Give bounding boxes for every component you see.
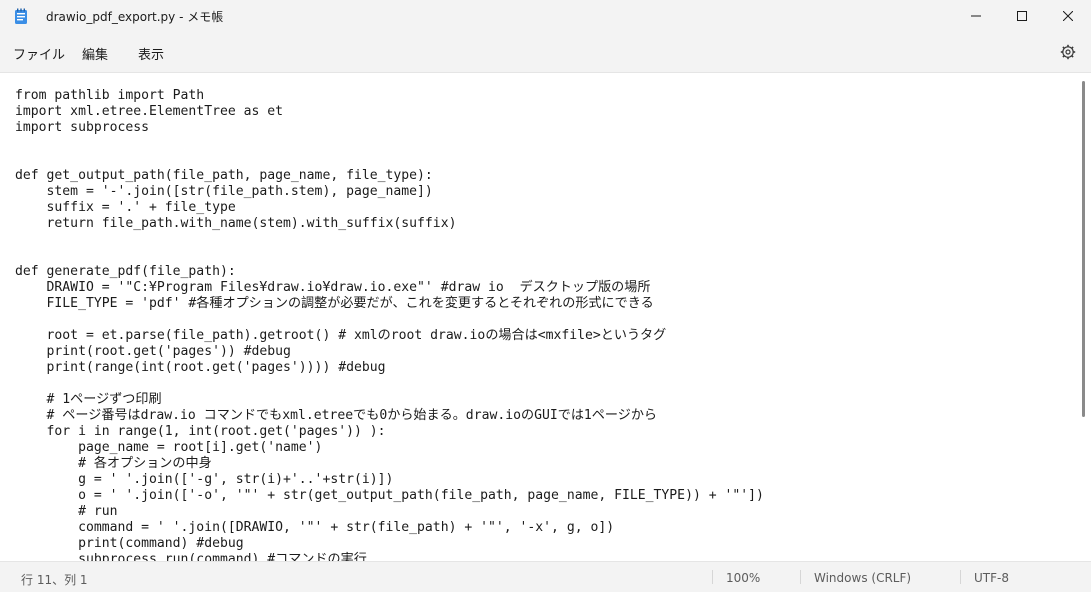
code-line[interactable]: print(command) #debug (15, 536, 764, 552)
title-bar: drawio_pdf_export.py - メモ帳 (0, 0, 1091, 32)
status-divider (800, 570, 801, 584)
code-line[interactable]: # 各オプションの中身 (15, 456, 764, 472)
code-line[interactable] (15, 248, 764, 264)
close-icon (1063, 11, 1073, 21)
maximize-icon (1017, 11, 1027, 21)
minimize-icon (971, 15, 981, 17)
code-line[interactable]: # 1ページずつ印刷 (15, 392, 764, 408)
code-line[interactable]: root = et.parse(file_path).getroot() # x… (15, 328, 764, 344)
code-line[interactable]: print(range(int(root.get('pages')))) #de… (15, 360, 764, 376)
maximize-button[interactable] (999, 0, 1045, 32)
code-line[interactable]: # run (15, 504, 764, 520)
cursor-position: 行 11、列 1 (21, 573, 88, 587)
menu-edit[interactable]: 編集 (82, 44, 108, 63)
close-button[interactable] (1045, 0, 1091, 32)
code-line[interactable]: def generate_pdf(file_path): (15, 264, 764, 280)
code-line[interactable]: from pathlib import Path (15, 88, 764, 104)
code-line[interactable]: o = ' '.join(['-o', '"' + str(get_output… (15, 488, 764, 504)
code-line[interactable]: import xml.etree.ElementTree as et (15, 104, 764, 120)
code-line[interactable]: print(root.get('pages')) #debug (15, 344, 764, 360)
status-bar: 行 11、列 1 100% Windows (CRLF) UTF-8 (0, 561, 1091, 592)
zoom-level[interactable]: 100% (726, 571, 760, 585)
code-line[interactable]: FILE_TYPE = 'pdf' #各種オプションの調整が必要だが、これを変更… (15, 296, 764, 312)
minimize-button[interactable] (953, 0, 999, 32)
code-line[interactable]: command = ' '.join([DRAWIO, '"' + str(fi… (15, 520, 764, 536)
notepad-icon (15, 8, 27, 24)
status-divider (712, 570, 713, 584)
encoding[interactable]: UTF-8 (974, 571, 1009, 585)
code-line[interactable]: DRAWIO = '"C:¥Program Files¥draw.io¥draw… (15, 280, 764, 296)
code-line[interactable]: page_name = root[i].get('name') (15, 440, 764, 456)
code-line[interactable]: def get_output_path(file_path, page_name… (15, 168, 764, 184)
code-text[interactable]: from pathlib import Path import xml.etree… (15, 88, 764, 561)
code-line[interactable] (15, 136, 764, 152)
code-line[interactable]: import subprocess (15, 120, 764, 136)
code-line[interactable]: subprocess.run(command) #コマンドの実行 (15, 552, 764, 561)
status-divider (960, 570, 961, 584)
text-editor[interactable]: from pathlib import Path import xml.etree… (0, 72, 1091, 561)
menu-view[interactable]: 表示 (138, 44, 164, 63)
code-line[interactable] (15, 152, 764, 168)
vertical-scrollbar[interactable] (1082, 81, 1085, 417)
code-line[interactable]: # ページ番号はdraw.io コマンドでもxml.etreeでも0から始まる。… (15, 408, 764, 424)
code-line[interactable] (15, 232, 764, 248)
code-line[interactable]: for i in range(1, int(root.get('pages'))… (15, 424, 764, 440)
code-line[interactable] (15, 376, 764, 392)
menu-file[interactable]: ファイル (13, 44, 65, 63)
code-line[interactable]: return file_path.with_name(stem).with_su… (15, 216, 764, 232)
code-line[interactable]: suffix = '.' + file_type (15, 200, 764, 216)
line-ending[interactable]: Windows (CRLF) (814, 571, 911, 585)
gear-icon[interactable] (1060, 44, 1076, 60)
window-title: drawio_pdf_export.py - メモ帳 (46, 10, 224, 24)
menu-bar: ファイル 編集 表示 (0, 34, 1091, 72)
code-line[interactable]: g = ' '.join(['-g', str(i)+'..'+str(i)]) (15, 472, 764, 488)
code-line[interactable]: stem = '-'.join([str(file_path.stem), pa… (15, 184, 764, 200)
code-line[interactable] (15, 312, 764, 328)
